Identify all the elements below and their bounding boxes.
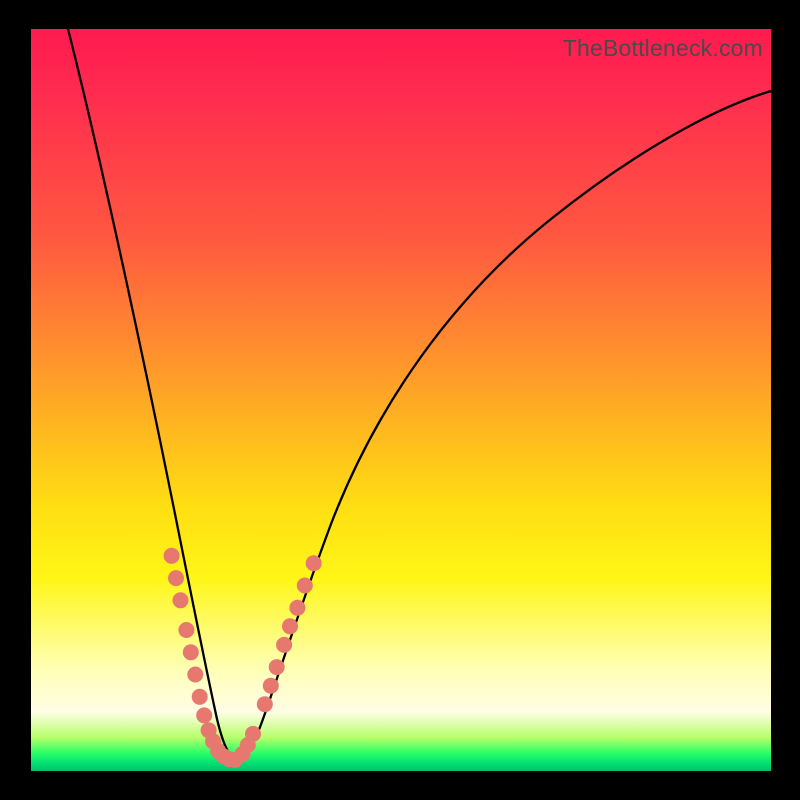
marker-dot	[196, 707, 212, 723]
marker-dot	[164, 548, 180, 564]
marker-dot	[201, 722, 217, 738]
marker-dot	[276, 637, 292, 653]
marker-dot	[178, 622, 194, 638]
marker-dot	[168, 570, 184, 586]
marker-dot	[192, 689, 208, 705]
marker-dot	[245, 726, 261, 742]
plot-area: TheBottleneck.com	[31, 29, 771, 771]
marker-dot	[263, 678, 279, 694]
marker-dot	[240, 737, 256, 753]
marker-dots	[164, 548, 322, 768]
marker-dot	[173, 592, 189, 608]
marker-dot	[297, 578, 313, 594]
marker-dot	[205, 733, 221, 749]
marker-dot	[227, 752, 243, 768]
marker-dot	[215, 748, 231, 764]
marker-dot	[187, 667, 203, 683]
marker-dot	[235, 746, 251, 762]
watermark-text: TheBottleneck.com	[563, 35, 763, 62]
marker-dot	[210, 743, 226, 759]
marker-dot	[282, 618, 298, 634]
marker-dot	[289, 600, 305, 616]
chart-overlay	[31, 29, 771, 771]
bottleneck-curve	[68, 29, 771, 759]
chart-frame: TheBottleneck.com	[0, 0, 800, 800]
marker-dot	[306, 555, 322, 571]
marker-dot	[257, 696, 273, 712]
marker-dot	[269, 659, 285, 675]
marker-dot	[221, 751, 237, 767]
marker-dot	[183, 644, 199, 660]
